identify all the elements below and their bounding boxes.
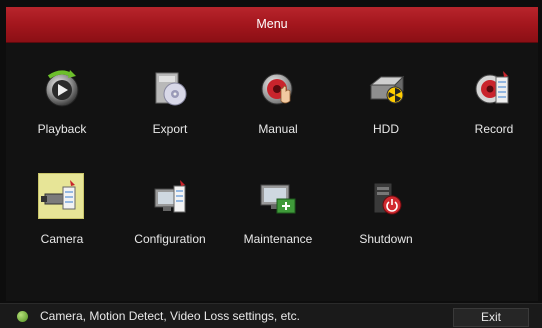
hdd-icon xyxy=(365,67,407,109)
exit-button[interactable]: Exit xyxy=(453,308,529,327)
menu-item-manual[interactable]: Manual xyxy=(224,43,332,143)
menu-item-playback[interactable]: Playback xyxy=(8,43,116,143)
menu-item-configuration[interactable]: Configuration xyxy=(116,153,224,253)
maintenance-icon xyxy=(257,177,299,219)
menu-grid: Playback Export Manual HDD Record Camera… xyxy=(6,43,538,301)
title-bar: Menu xyxy=(6,7,538,43)
configuration-icon xyxy=(149,177,191,219)
menu-item-label: Shutdown xyxy=(359,232,413,246)
menu-item-shutdown[interactable]: Shutdown xyxy=(332,153,440,253)
menu-item-label: Configuration xyxy=(134,232,206,246)
info-icon xyxy=(17,311,28,322)
window-title: Menu xyxy=(256,17,288,31)
menu-item-label: Playback xyxy=(37,122,87,136)
menu-window: Menu Playback Export Manual HDD Record C… xyxy=(0,0,542,328)
menu-item-record[interactable]: Record xyxy=(440,43,542,143)
manual-icon xyxy=(257,67,299,109)
camera-icon xyxy=(38,173,84,219)
menu-item-label: Maintenance xyxy=(243,232,313,246)
shutdown-icon xyxy=(365,177,407,219)
menu-item-label: Record xyxy=(474,122,514,136)
menu-item-label: Manual xyxy=(258,122,298,136)
menu-item-hdd[interactable]: HDD xyxy=(332,43,440,143)
status-bar: Camera, Motion Detect, Video Loss settin… xyxy=(0,303,542,328)
menu-item-label: Export xyxy=(152,122,188,136)
export-icon xyxy=(149,67,191,109)
record-icon xyxy=(473,67,515,109)
menu-item-maintenance[interactable]: Maintenance xyxy=(224,153,332,253)
status-hint: Camera, Motion Detect, Video Loss settin… xyxy=(40,309,300,323)
menu-item-label: HDD xyxy=(373,122,399,136)
menu-item-camera[interactable]: Camera xyxy=(8,153,116,253)
menu-item-label: Camera xyxy=(40,232,84,246)
playback-icon xyxy=(41,67,83,109)
menu-item-export[interactable]: Export xyxy=(116,43,224,143)
